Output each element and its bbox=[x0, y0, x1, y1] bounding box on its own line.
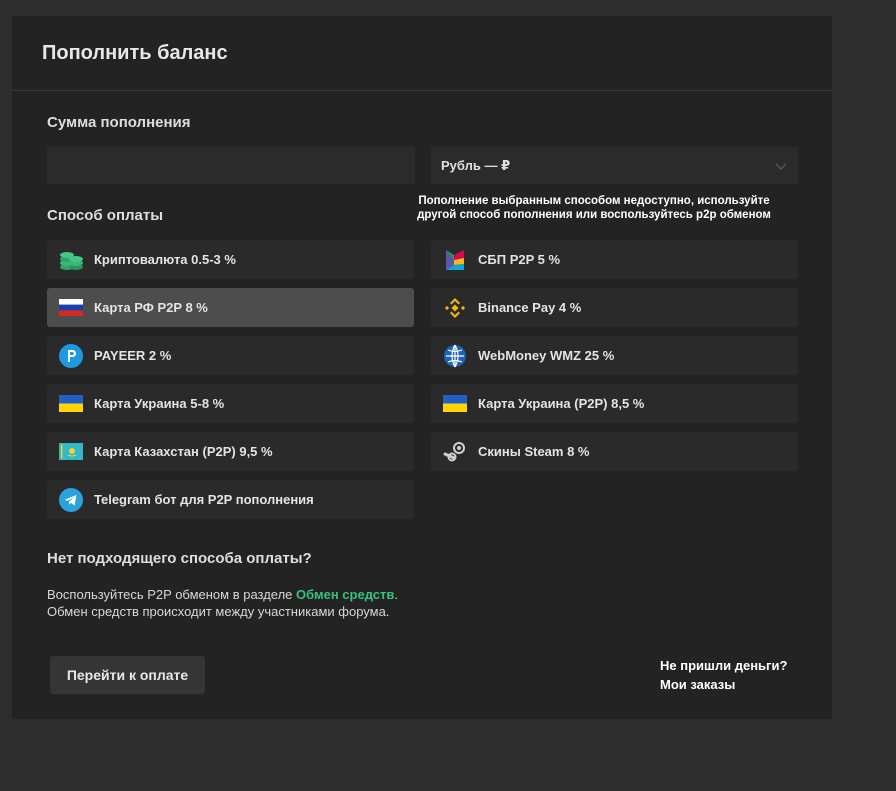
method-telegram-bot[interactable]: Telegram бот для P2P пополнения bbox=[47, 480, 414, 519]
method-card-rf[interactable]: Карта РФ P2P 8 % bbox=[47, 288, 414, 327]
sbp-icon bbox=[442, 247, 468, 273]
chevron-down-icon bbox=[775, 162, 787, 170]
method-binance-pay[interactable]: Binance Pay 4 % bbox=[431, 288, 798, 327]
hint-line-2: Обмен средств происходит между участника… bbox=[47, 604, 390, 619]
amount-input[interactable] bbox=[47, 147, 415, 184]
payeer-icon bbox=[58, 343, 84, 369]
method-label: Криптовалюта 0.5-3 % bbox=[94, 252, 236, 267]
method-card-ukraine-p2p[interactable]: Карта Украина (P2P) 8,5 % bbox=[431, 384, 798, 423]
method-label: WebMoney WMZ 25 % bbox=[478, 348, 615, 363]
my-orders-link[interactable]: Мои заказы bbox=[660, 677, 735, 692]
modal-header: Пополнить баланс bbox=[12, 16, 832, 91]
method-label: Binance Pay 4 % bbox=[478, 300, 582, 315]
binance-icon bbox=[442, 295, 468, 321]
method-crypto[interactable]: Криптовалюта 0.5-3 % bbox=[47, 240, 414, 279]
method-steam-skins[interactable]: Скины Steam 8 % bbox=[431, 432, 798, 471]
method-label: Карта РФ P2P 8 % bbox=[94, 300, 208, 315]
ukraine-flag-icon bbox=[442, 391, 468, 417]
topup-modal: Пополнить баланс Сумма пополнения Рубль … bbox=[12, 16, 832, 719]
hint-prefix: Воспользуйтесь P2P обменом в разделе bbox=[47, 587, 297, 602]
payment-method-label: Способ оплаты bbox=[47, 207, 164, 224]
method-label: Карта Украина (P2P) 8,5 % bbox=[478, 396, 645, 411]
telegram-icon bbox=[58, 487, 84, 513]
method-label: Карта Украина 5-8 % bbox=[94, 396, 225, 411]
amount-label: Сумма пополнения bbox=[47, 114, 191, 131]
page-title: Пополнить баланс bbox=[42, 41, 228, 64]
no-method-hint: Воспользуйтесь P2P обменом в разделе Обм… bbox=[47, 586, 398, 620]
kazakhstan-flag-icon bbox=[58, 439, 84, 465]
warning-line-2: другой способ пополнения или воспользуйт… bbox=[417, 209, 771, 221]
method-sbp[interactable]: СБП P2P 5 % bbox=[431, 240, 798, 279]
method-card-kazakhstan[interactable]: Карта Казахстан (P2P) 9,5 % bbox=[47, 432, 414, 471]
method-webmoney[interactable]: WebMoney WMZ 25 % bbox=[431, 336, 798, 375]
warning-line-1: Пополнение выбранным способом недоступно… bbox=[418, 195, 770, 207]
method-card-ukraine[interactable]: Карта Украина 5-8 % bbox=[47, 384, 414, 423]
warning-message: Пополнение выбранным способом недоступно… bbox=[384, 194, 804, 222]
method-label: PAYEER 2 % bbox=[94, 348, 172, 363]
go-to-payment-button[interactable]: Перейти к оплате bbox=[50, 656, 205, 694]
crypto-coins-icon bbox=[58, 247, 84, 273]
method-label: Скины Steam 8 % bbox=[478, 444, 590, 459]
method-payeer[interactable]: PAYEER 2 % bbox=[47, 336, 414, 375]
currency-selected: Рубль — ₽ bbox=[441, 157, 511, 173]
ukraine-flag-icon bbox=[58, 391, 84, 417]
currency-select[interactable]: Рубль — ₽ bbox=[431, 147, 798, 184]
russia-flag-icon bbox=[58, 295, 84, 321]
webmoney-icon bbox=[442, 343, 468, 369]
no-method-title: Нет подходящего способа оплаты? bbox=[47, 550, 312, 567]
method-label: СБП P2P 5 % bbox=[478, 252, 561, 267]
exchange-link[interactable]: Обмен средств bbox=[296, 587, 394, 602]
steam-icon bbox=[442, 439, 468, 465]
hint-suffix: . bbox=[394, 587, 399, 602]
method-label: Карта Казахстан (P2P) 9,5 % bbox=[94, 444, 273, 459]
method-label: Telegram бот для P2P пополнения bbox=[94, 492, 314, 507]
no-money-link[interactable]: Не пришли деньги? bbox=[660, 658, 787, 673]
